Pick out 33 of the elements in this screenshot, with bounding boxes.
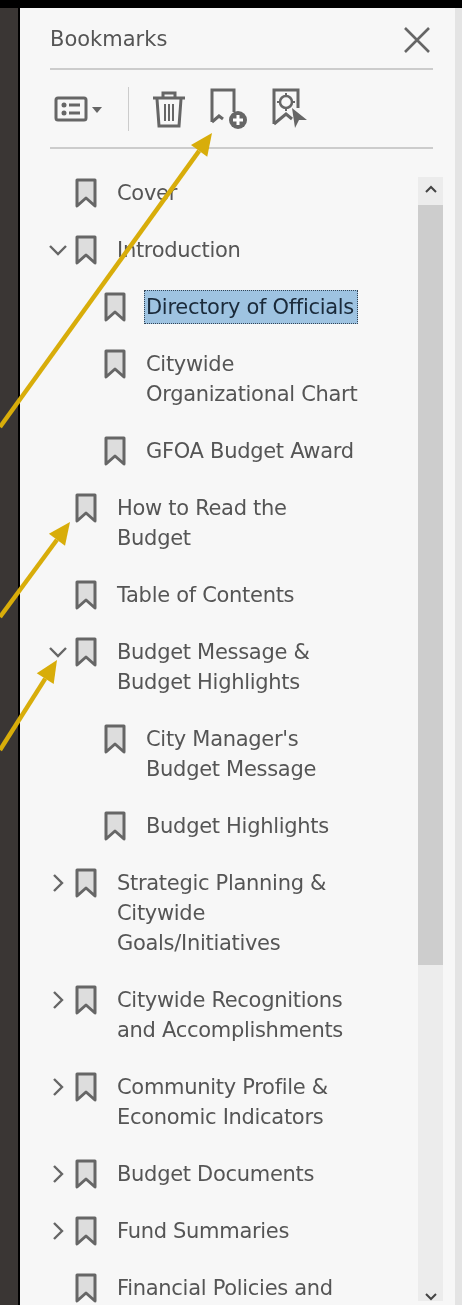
bookmark-item[interactable]: City Manager's Budget Message bbox=[146, 724, 317, 784]
bookmark-item[interactable]: Fund Summaries bbox=[117, 1216, 290, 1246]
bookmark-item[interactable]: Table of Contents bbox=[117, 580, 295, 610]
bookmark-item[interactable]: Budget Highlights bbox=[146, 811, 329, 841]
bookmark-item[interactable]: Budget Message & Budget Highlights bbox=[117, 637, 310, 697]
bookmark-icon bbox=[75, 868, 99, 898]
bookmark-icon bbox=[75, 493, 99, 523]
bookmark-item[interactable]: Citywide Recognitions and Accomplishments bbox=[117, 985, 343, 1045]
find-bookmark-icon[interactable] bbox=[271, 87, 309, 130]
bookmark-item[interactable]: Strategic Planning & Citywide Goals/Initiatives bbox=[117, 868, 327, 958]
bookmark-icon bbox=[104, 811, 128, 841]
trash-icon[interactable] bbox=[151, 89, 187, 128]
bookmark-icon bbox=[75, 1159, 99, 1189]
bookmark-item[interactable]: Citywide Organizational Chart bbox=[146, 349, 358, 409]
bookmark-icon bbox=[75, 235, 99, 265]
bookmark-icon bbox=[104, 292, 128, 322]
bookmark-icon bbox=[75, 1216, 99, 1246]
bookmark-icon bbox=[104, 724, 128, 754]
bookmark-icon bbox=[75, 1072, 99, 1102]
bookmark-item[interactable]: How to Read the Budget bbox=[117, 493, 287, 553]
bookmark-item[interactable]: GFOA Budget Award bbox=[146, 436, 354, 466]
bookmark-icon bbox=[75, 178, 99, 208]
bookmark-item[interactable]: Community Profile & Economic Indicators bbox=[117, 1072, 328, 1132]
bookmark-item[interactable]: Financial Policies and bbox=[117, 1273, 333, 1303]
bookmark-icon bbox=[75, 985, 99, 1015]
bookmark-icon bbox=[104, 436, 128, 466]
bookmark-item[interactable]: Directory of Officials bbox=[144, 290, 358, 324]
panel-title: Bookmarks bbox=[50, 26, 168, 54]
add-bookmark-icon[interactable] bbox=[209, 87, 249, 130]
bookmark-icon bbox=[75, 637, 99, 667]
bookmark-icon bbox=[75, 580, 99, 610]
bookmark-icon bbox=[104, 349, 128, 379]
bookmark-item[interactable]: Budget Documents bbox=[117, 1159, 315, 1189]
